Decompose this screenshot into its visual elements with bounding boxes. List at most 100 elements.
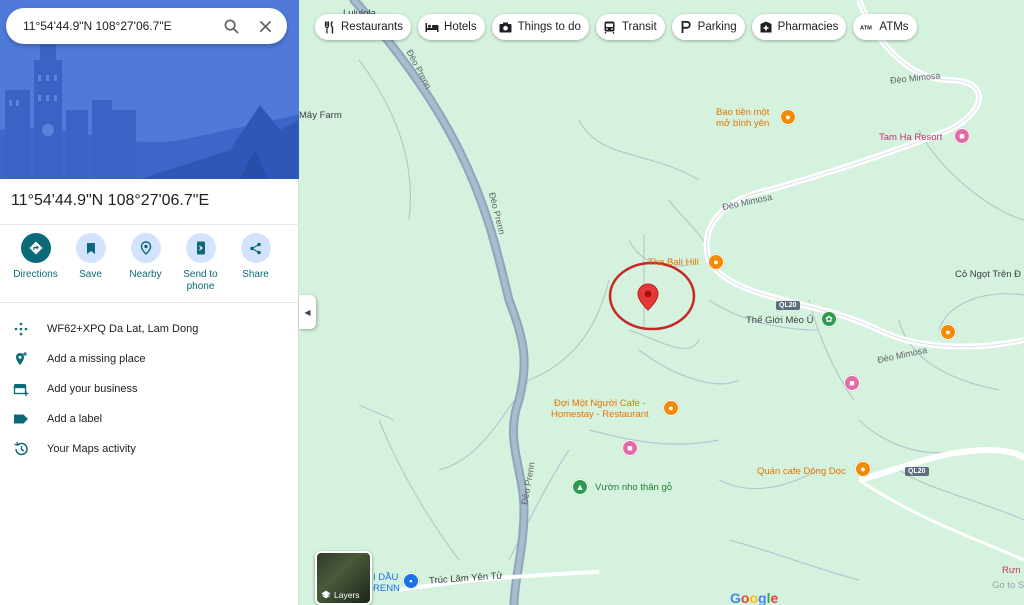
directions-label: Directions — [13, 269, 58, 280]
restaurant-icon[interactable]: ● — [940, 324, 956, 340]
poi-label-doi-mot-nguoi[interactable]: Đợi Một Người Cafe - Homestay - Restauran… — [551, 398, 649, 420]
poi-label-vuon-nho[interactable]: Vườn nho thân gỗ — [595, 482, 672, 493]
action-buttons: Directions Save Nearby Send to phone Sha… — [8, 233, 283, 293]
chip-transit[interactable]: Transit — [595, 14, 665, 40]
chip-label: Hotels — [444, 21, 477, 33]
search-button[interactable] — [217, 12, 245, 40]
pharmacy-icon — [759, 20, 773, 34]
info-list: WF62+XPQ Da Lat, Lam Dong Add a missing … — [0, 314, 299, 464]
add-label-row[interactable]: Add a label — [0, 404, 299, 434]
label-may-farm: Mây Farm — [299, 110, 342, 121]
chip-atms[interactable]: ATM ATMs — [853, 14, 917, 40]
poi-label-go-to: Go to S — [992, 580, 1024, 591]
poi-label-bao-tien: Bao tiền một mở bình yên — [716, 107, 770, 129]
side-panel: 11°54'44.9"N 108°27'06.7"E Directions Sa… — [0, 0, 299, 605]
directions-button[interactable]: Directions — [8, 233, 63, 293]
camera-icon — [499, 20, 513, 34]
send-to-phone-label: Send to phone — [183, 269, 218, 292]
poi-label-bali-hill[interactable]: The Bali Hill — [648, 257, 699, 268]
restaurant-icon — [322, 20, 336, 34]
hotel-icon — [425, 20, 439, 34]
layers-button[interactable]: Layers — [315, 551, 372, 605]
search-input[interactable] — [23, 19, 211, 33]
collapse-panel-button[interactable]: ◀ — [299, 295, 316, 329]
add-business-row[interactable]: Add your business — [0, 374, 299, 404]
nearby-button[interactable]: Nearby — [118, 233, 173, 293]
phone-icon — [196, 241, 205, 255]
poi-label-the-gioi-meo[interactable]: Thế Giới Mèo Ú — [746, 315, 813, 326]
divider — [0, 302, 299, 303]
cafe-icon[interactable]: ● — [855, 461, 871, 477]
plus-code-row[interactable]: WF62+XPQ Da Lat, Lam Dong — [0, 314, 299, 344]
chip-label: Things to do — [517, 21, 581, 33]
restaurant-icon[interactable]: ● — [708, 254, 724, 270]
history-icon — [14, 441, 28, 456]
save-button[interactable]: Save — [63, 233, 118, 293]
poi-label-dau[interactable]: I DẦU RENN — [373, 572, 400, 594]
hotel-icon[interactable]: ■ — [844, 375, 860, 391]
add-label-text: Add a label — [47, 413, 103, 425]
route-shield-ql20: QL20 — [776, 301, 800, 310]
add-place-icon — [16, 352, 27, 365]
close-icon — [259, 20, 271, 32]
chip-label: Restaurants — [341, 21, 404, 33]
search-box[interactable] — [6, 8, 287, 44]
chip-pharmacies[interactable]: Pharmacies — [751, 14, 847, 40]
hotel-icon[interactable]: ■ — [954, 128, 970, 144]
nearby-icon — [140, 241, 151, 255]
chip-label: Parking — [697, 21, 737, 33]
plus-code-icon — [14, 322, 28, 336]
plus-code-text: WF62+XPQ Da Lat, Lam Dong — [47, 323, 199, 335]
share-button[interactable]: Share — [228, 233, 283, 293]
directions-icon — [29, 241, 42, 255]
map-canvas[interactable]: Lululola Mây Farm Đèo Prenn Đèo Prenn Đè… — [299, 0, 1024, 605]
poi-label-rum: Rưn — [1002, 565, 1021, 576]
share-label: Share — [242, 269, 269, 280]
layers-icon — [321, 590, 331, 599]
map-base-layer — [349, 0, 1024, 605]
google-logo: Google — [730, 590, 779, 605]
save-label: Save — [79, 269, 102, 280]
chip-parking[interactable]: Parking — [671, 14, 745, 40]
park-icon[interactable]: ▲ — [572, 479, 588, 495]
chip-label: Pharmacies — [777, 21, 839, 33]
label-icon — [14, 414, 28, 424]
maps-activity-text: Your Maps activity — [47, 443, 136, 455]
add-missing-place-row[interactable]: Add a missing place — [0, 344, 299, 374]
store-icon — [13, 384, 29, 396]
category-chips: Restaurants Hotels Things to do Transit Park… — [315, 14, 917, 40]
chip-things-to-do[interactable]: Things to do — [491, 14, 589, 40]
chip-restaurants[interactable]: Restaurants — [315, 14, 412, 40]
restaurant-icon[interactable]: ● — [663, 400, 679, 416]
poi-label-co-ngot: Cỏ Ngọt Trên Đ — [955, 269, 1021, 280]
chip-label: ATMs — [879, 21, 909, 33]
location-pin — [637, 283, 659, 311]
close-button[interactable] — [251, 12, 279, 40]
parking-icon — [679, 20, 693, 34]
route-shield-ql20: QL20 — [905, 467, 929, 476]
maps-activity-row[interactable]: Your Maps activity — [0, 434, 299, 464]
layers-label: Layers — [334, 590, 360, 600]
send-to-phone-button[interactable]: Send to phone — [173, 233, 228, 293]
chip-label: Transit — [621, 21, 657, 33]
add-missing-place-text: Add a missing place — [47, 353, 146, 365]
maps-app: Lululola Mây Farm Đèo Prenn Đèo Prenn Đè… — [0, 0, 1024, 605]
chip-hotels[interactable]: Hotels — [418, 14, 485, 40]
add-business-text: Add your business — [47, 383, 138, 395]
nearby-label: Nearby — [129, 269, 162, 280]
bookmark-icon — [86, 242, 95, 254]
poi-label-quan-cafe[interactable]: Quán cafe Dông Dọc — [757, 466, 846, 477]
poi-label-tam-ha-resort[interactable]: Tam Ha Resort — [879, 132, 942, 143]
place-title: 11°54'44.9"N 108°27'06.7"E — [11, 192, 210, 209]
hotel-icon[interactable]: ■ — [622, 440, 638, 456]
svg-text:ATM: ATM — [860, 25, 872, 31]
restaurant-icon[interactable]: ● — [780, 109, 796, 125]
park-icon[interactable]: ✿ — [821, 311, 837, 327]
atm-icon: ATM — [860, 20, 874, 34]
divider — [0, 224, 299, 225]
search-icon — [224, 19, 238, 33]
transit-icon — [603, 20, 617, 34]
chevron-left-icon: ◀ — [304, 307, 311, 317]
transit-stop-icon[interactable]: ▪ — [403, 573, 419, 589]
share-icon — [250, 242, 261, 254]
